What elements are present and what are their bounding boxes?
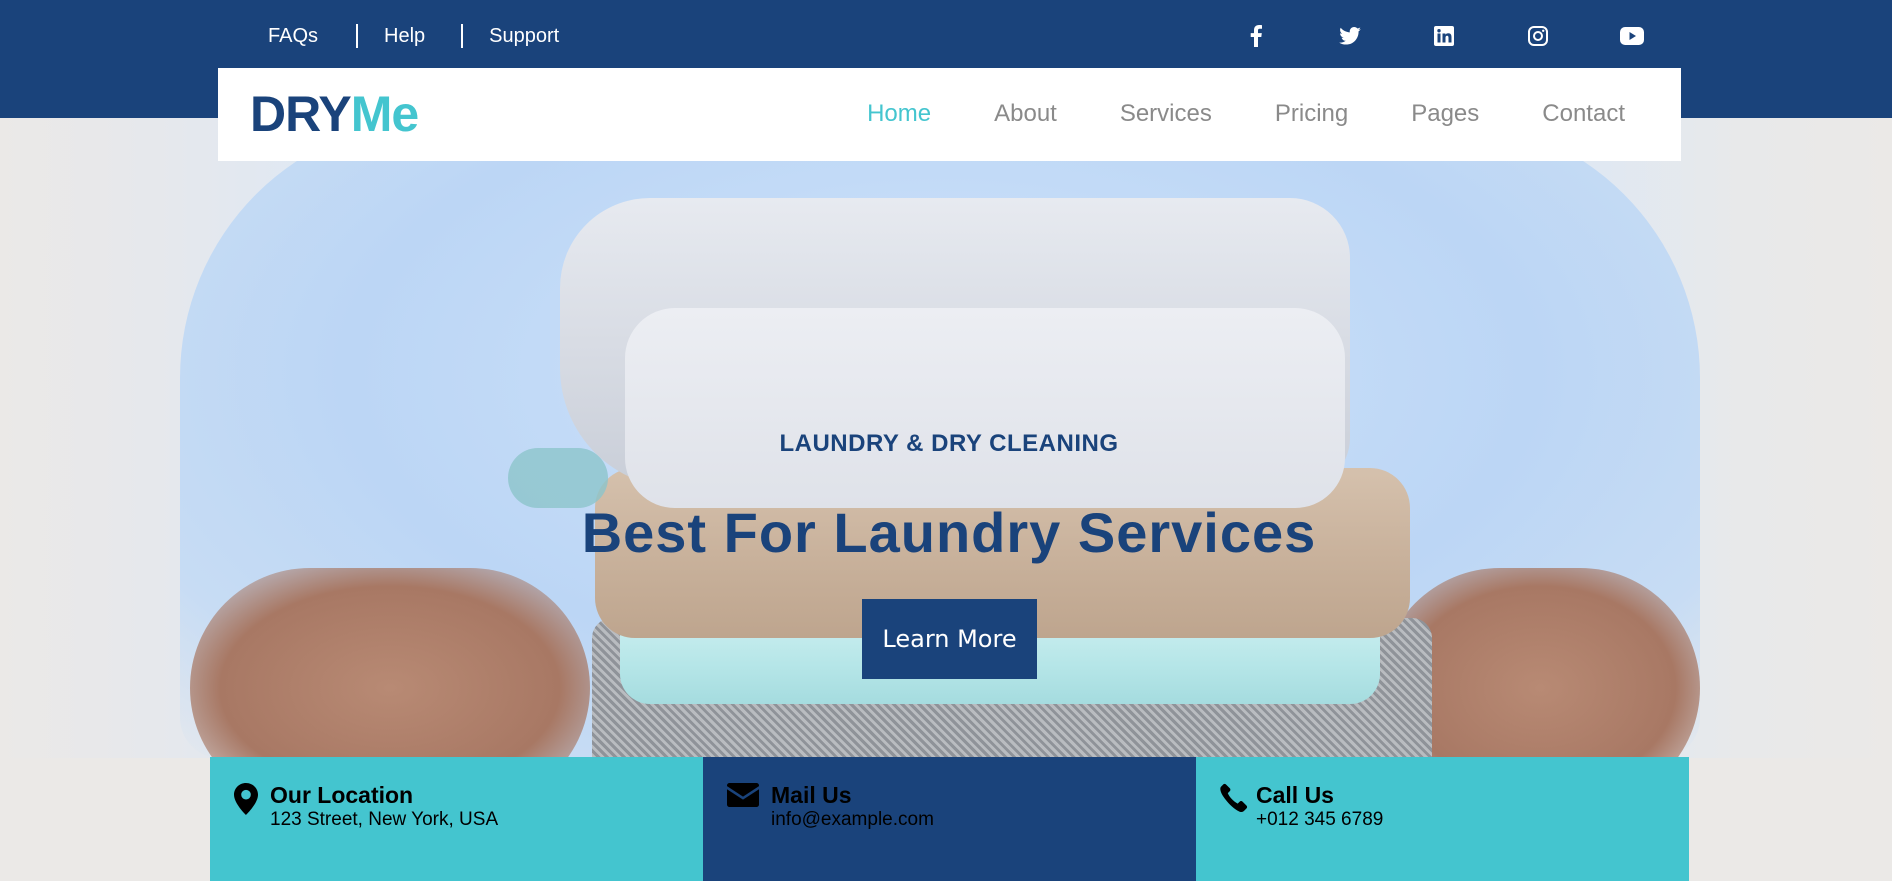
call-title: Call Us (1256, 782, 1334, 808)
twitter-icon[interactable] (1338, 24, 1362, 48)
location-text: 123 Street, New York, USA (270, 809, 499, 830)
linkedin-icon[interactable] (1432, 24, 1456, 48)
nav-home[interactable]: Home (867, 100, 931, 128)
brand-logo-part2: Me (350, 86, 419, 142)
nav-about[interactable]: About (994, 100, 1057, 128)
top-links: FAQs Help Support (268, 24, 559, 48)
call-box: Call Us +012 345 6789 (1196, 757, 1689, 881)
mail-box: Mail Us info@example.com (703, 757, 1196, 881)
nav-services[interactable]: Services (1120, 100, 1212, 128)
hero-subtitle: LAUNDRY & DRY CLEANING (779, 430, 1119, 457)
location-pin-icon (234, 783, 266, 815)
help-link[interactable]: Help (384, 24, 425, 48)
nav-pricing[interactable]: Pricing (1275, 100, 1348, 128)
nav-contact[interactable]: Contact (1542, 100, 1625, 128)
hero-title: Best For Laundry Services (581, 501, 1317, 564)
faqs-link[interactable]: FAQs (268, 24, 318, 48)
main-nav: Home About Services Pricing Pages Contac… (867, 100, 1625, 128)
main-header: DRYMe Home About Services Pricing Pages … (218, 68, 1681, 161)
location-title: Our Location (270, 782, 414, 808)
nav-pages[interactable]: Pages (1411, 100, 1479, 128)
divider (461, 24, 464, 48)
facebook-icon[interactable] (1244, 24, 1268, 48)
youtube-icon[interactable] (1620, 24, 1644, 48)
hero-image-folded-sweater (625, 308, 1345, 508)
divider (356, 24, 359, 48)
learn-more-button[interactable]: Learn More (862, 599, 1037, 679)
support-link[interactable]: Support (489, 24, 559, 48)
hero-image-hand (190, 568, 590, 758)
mail-title: Mail Us (771, 782, 852, 808)
contact-info-strip: Our Location 123 Street, New York, USA M… (210, 757, 1689, 881)
brand-logo-part1: DRY (250, 86, 352, 142)
phone-icon (1220, 783, 1252, 815)
envelope-icon (727, 783, 759, 815)
instagram-icon[interactable] (1526, 24, 1550, 48)
location-box: Our Location 123 Street, New York, USA (210, 757, 703, 881)
mail-text[interactable]: info@example.com (771, 809, 934, 831)
brand-logo[interactable]: DRYMe (250, 86, 419, 142)
call-text[interactable]: +012 345 6789 (1256, 809, 1383, 831)
social-links (1244, 24, 1644, 48)
